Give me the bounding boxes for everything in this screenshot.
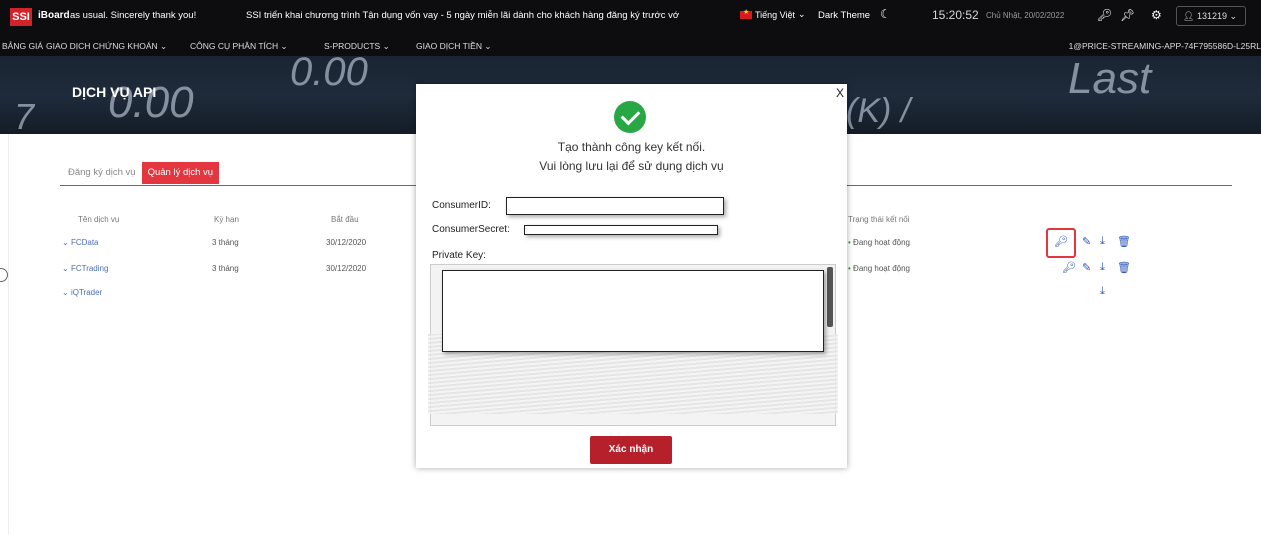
banner-deco-last: Last: [1068, 56, 1152, 103]
chevron-down-icon: ⌄: [798, 9, 806, 19]
nav-giao-dich-chung-khoan[interactable]: GIAO DỊCH CHỨNG KHOÁN ⌄: [46, 41, 167, 52]
download-icon[interactable]: ⤓: [1100, 285, 1105, 298]
stream-id: 1@PRICE-STREAMING-APP-74F795586D-L25RL: [1068, 41, 1261, 51]
service-status: • Đang hoạt động: [848, 238, 910, 247]
status-dot-icon: •: [848, 238, 851, 247]
brand-name[interactable]: iBoard: [38, 10, 70, 21]
key-highlight: [1046, 228, 1076, 258]
nav-label: CÔNG CỤ PHÂN TÍCH: [190, 41, 279, 51]
nav-cong-cu-phan-tich[interactable]: CÔNG CỤ PHÂN TÍCH ⌄: [190, 41, 288, 52]
service-term: 3 tháng: [212, 238, 239, 247]
consumer-id-field[interactable]: [506, 197, 724, 215]
status-text: Đang hoạt động: [853, 238, 910, 247]
download-icon[interactable]: ⤓: [1100, 261, 1105, 274]
col-header-connection-status: Trạng thái kết nối: [848, 215, 910, 224]
private-key-redaction: [442, 270, 824, 352]
nav-label: GIAO DỊCH TIỀN: [416, 41, 482, 51]
user-icon: 👤︎: [1183, 11, 1195, 21]
status-text: Đang hoạt động: [853, 264, 910, 273]
service-tabs: Đăng ký dịch vụ Quản lý dịch vụ: [62, 162, 220, 184]
gear-icon[interactable]: ⚙: [1151, 8, 1162, 22]
language-selector[interactable]: Tiếng Việt ⌄: [740, 8, 806, 20]
trash-icon[interactable]: 🗑︎: [1117, 235, 1131, 248]
clock: 15:20:52: [932, 8, 979, 22]
nav-label: GIAO DỊCH CHỨNG KHOÁN: [46, 41, 158, 51]
announcement-text[interactable]: SSI triển khai chương trình Tận dụng vốn…: [246, 10, 751, 21]
theme-label[interactable]: Dark Theme: [818, 10, 870, 21]
pencil-icon[interactable]: ✎: [1082, 235, 1091, 248]
status-dot-icon: •: [848, 264, 851, 273]
pin-icon[interactable]: 📌︎: [1120, 8, 1135, 22]
consumer-secret-field[interactable]: [524, 225, 718, 235]
service-name: FCData: [70, 238, 99, 247]
trash-icon[interactable]: 🗑︎: [1117, 261, 1131, 274]
service-start: 30/12/2020: [326, 238, 367, 247]
key-icon[interactable]: 🔑︎: [1062, 261, 1076, 274]
scrollbar[interactable]: [827, 267, 833, 327]
col-header-service-name: Tên dịch vụ: [78, 215, 120, 224]
key-created-dialog: X Tạo thành công key kết nối. Vui lòng l…: [416, 84, 847, 468]
vietnam-flag-icon: [740, 8, 752, 19]
confirm-button[interactable]: Xác nhận: [590, 436, 672, 464]
chevron-down-icon: ⌄: [1229, 11, 1238, 21]
language-label: Tiếng Việt: [755, 9, 796, 20]
consumer-id-label: ConsumerID:: [432, 200, 491, 211]
ssi-logo[interactable]: SSI: [10, 8, 32, 26]
marquee-text: as usual. Sincerely thank you!: [70, 10, 197, 21]
top-header: SSI iBoard as usual. Sincerely thank you…: [0, 0, 1261, 36]
col-header-start: Bắt đầu: [331, 215, 359, 224]
service-name: FCTrading: [70, 264, 109, 273]
nav-label: S-PRODUCTS: [324, 41, 381, 51]
app-window: SSI iBoard as usual. Sincerely thank you…: [0, 0, 1261, 535]
consumer-secret-label: ConsumerSecret:: [432, 224, 510, 235]
key-icon[interactable]: 🔑︎: [1097, 8, 1112, 22]
side-handle[interactable]: [0, 268, 8, 282]
date: Chủ Nhật, 20/02/2022: [986, 11, 1065, 20]
service-term: 3 tháng: [212, 264, 239, 273]
banner-deco-unit: (K) /: [846, 92, 911, 130]
col-header-term: Kỳ hạn: [214, 215, 239, 224]
tab-manage-service[interactable]: Quản lý dịch vụ: [141, 162, 220, 184]
table-row[interactable]: ⌄ iQTrader: [62, 288, 102, 297]
save-instruction: Vui lòng lưu lại để sử dụng dịch vụ: [539, 159, 724, 173]
user-id: 131219: [1196, 11, 1227, 21]
main-nav: BẢNG GIÁ GIAO DỊCH CHỨNG KHOÁN ⌄ CÔNG CỤ…: [0, 36, 1261, 56]
table-row[interactable]: ⌄ FCTrading: [62, 264, 108, 273]
service-start: 30/12/2020: [326, 264, 367, 273]
success-check-icon: [614, 101, 646, 133]
success-message: Tạo thành công key kết nối.: [557, 140, 706, 154]
nav-bang-gia[interactable]: BẢNG GIÁ: [2, 41, 43, 51]
private-key-label: Private Key:: [432, 250, 486, 261]
service-name: iQTrader: [70, 288, 103, 297]
service-status: • Đang hoạt động: [848, 264, 910, 273]
pencil-icon[interactable]: ✎: [1082, 261, 1091, 274]
nav-giao-dich-tien[interactable]: GIAO DỊCH TIỀN ⌄: [416, 41, 491, 52]
tab-register-service[interactable]: Đăng ký dịch vụ: [62, 162, 142, 184]
user-menu[interactable]: 👤︎ 131219 ⌄: [1176, 6, 1246, 26]
download-icon[interactable]: ⤓: [1100, 235, 1105, 248]
banner-deco-number: 0.00: [290, 56, 368, 94]
banner-deco-number: 7: [14, 96, 35, 134]
nav-s-products[interactable]: S-PRODUCTS ⌄: [324, 41, 390, 52]
page-title: DỊCH VỤ API: [72, 84, 157, 100]
close-icon[interactable]: X: [836, 86, 844, 100]
table-row[interactable]: ⌄ FCData: [62, 238, 99, 247]
moon-icon[interactable]: ☾: [880, 7, 891, 21]
